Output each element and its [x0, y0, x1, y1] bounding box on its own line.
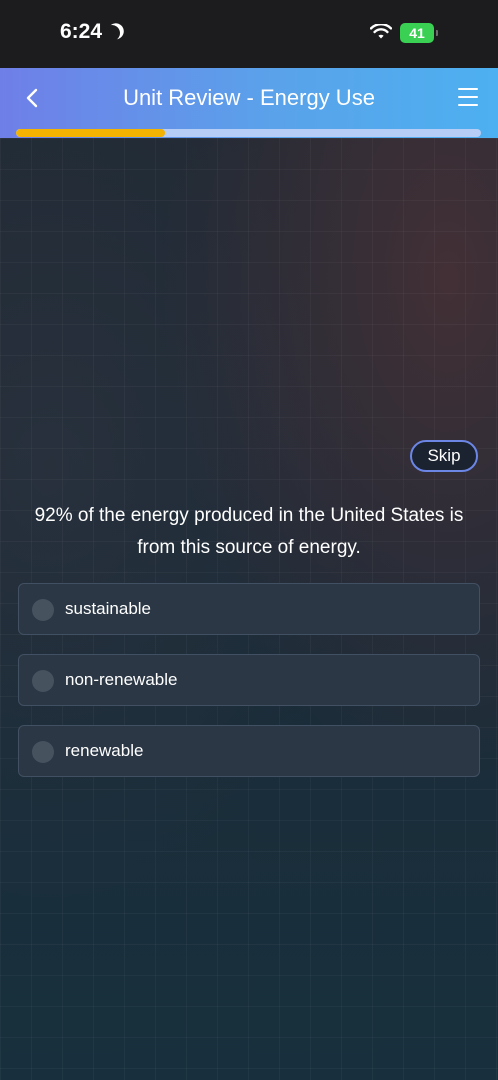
quiz-area: Skip 92% of the energy produced in the U…	[0, 138, 498, 1080]
radio-button[interactable]	[32, 741, 54, 763]
battery-icon: 41	[400, 23, 438, 43]
chevron-left-icon	[26, 88, 38, 108]
moon-icon	[103, 24, 122, 43]
time-text: 6:24	[60, 20, 103, 43]
status-time: 6:24	[60, 20, 122, 44]
menu-icon	[458, 88, 478, 90]
option-label: renewable	[65, 741, 144, 760]
answer-option[interactable]: non-renewable	[18, 654, 480, 706]
wifi-icon	[370, 24, 392, 39]
page-title: Unit Review - Energy Use	[123, 85, 375, 110]
status-bar: 6:24 41	[0, 0, 498, 68]
answer-option[interactable]: sustainable	[18, 583, 480, 635]
back-button[interactable]	[18, 84, 46, 112]
answer-option[interactable]: renewable	[18, 725, 480, 777]
menu-icon-line	[458, 96, 478, 98]
battery-level: 41	[409, 25, 425, 41]
menu-icon-line	[458, 104, 478, 106]
radio-button[interactable]	[32, 599, 54, 621]
question-text: 92% of the energy produced in the United…	[34, 505, 464, 558]
progress-bar	[16, 129, 481, 137]
option-label: sustainable	[65, 599, 152, 618]
menu-button[interactable]	[458, 88, 478, 108]
header: Unit Review - Energy Use	[0, 68, 498, 138]
option-label: non-renewable	[65, 670, 178, 689]
radio-button[interactable]	[32, 670, 54, 692]
skip-button[interactable]: Skip	[410, 440, 478, 472]
progress-fill	[16, 129, 165, 137]
